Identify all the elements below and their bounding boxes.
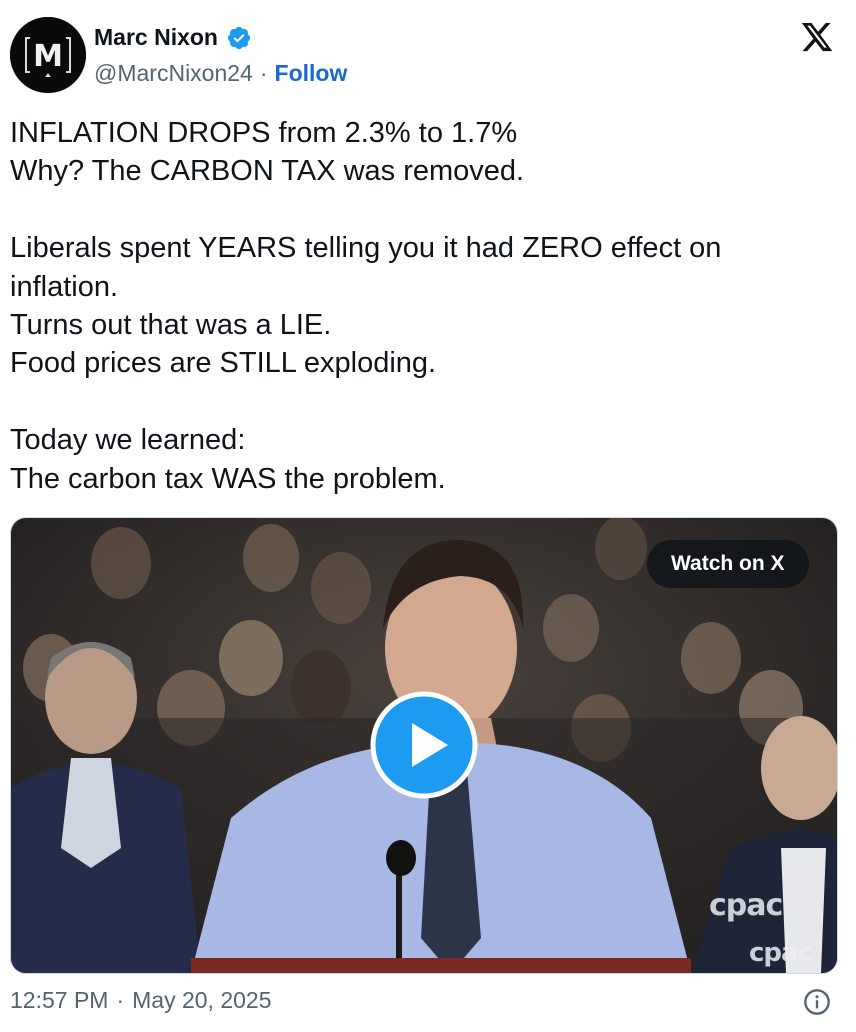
avatar[interactable]: M	[10, 17, 86, 93]
avatar-logo-icon: M	[10, 17, 86, 93]
tweet-line: Today we learned:	[10, 424, 246, 457]
separator-dot: ·	[116, 987, 125, 1013]
author-name-row: Marc Nixon	[94, 24, 252, 51]
tweet-line: INFLATION DROPS from 2.3% to 1.7%	[10, 117, 518, 149]
tweet-line: Turns out that was a LIE.	[10, 309, 332, 342]
tweet-text: INFLATION DROPS from 2.3% to 1.7% Why? T…	[10, 114, 840, 498]
play-icon[interactable]	[370, 691, 478, 799]
author-handle[interactable]: @MarcNixon24	[94, 60, 253, 87]
info-icon[interactable]	[803, 988, 831, 1016]
verified-badge-icon	[227, 26, 251, 49]
separator-dot: ·	[259, 60, 268, 86]
cpac-watermark: cpac	[749, 938, 813, 968]
tweet-line: The carbon tax WAS the problem.	[10, 462, 446, 495]
tweet-line: inflation.	[10, 270, 119, 303]
watch-on-x-button[interactable]: Watch on X	[647, 540, 809, 588]
tweet-timestamp[interactable]: 12:57 PM · May 20, 2025	[10, 987, 272, 1014]
cpac-watermark: cpac	[709, 888, 783, 923]
follow-button[interactable]: Follow	[275, 60, 348, 87]
author-name[interactable]: Marc Nixon	[94, 24, 218, 51]
video-player[interactable]: Watch on X cpac cpac	[10, 517, 838, 974]
avatar-letter: M	[33, 39, 63, 74]
tweet-time: 12:57 PM	[10, 987, 109, 1013]
tweet-line: Liberals spent YEARS telling you it had …	[10, 232, 722, 265]
tweet-line: Why? The CARBON TAX was removed.	[10, 155, 525, 188]
x-logo-icon[interactable]	[800, 23, 834, 54]
author-handle-row: @MarcNixon24 · Follow	[94, 60, 347, 87]
tweet-date: May 20, 2025	[132, 987, 272, 1013]
tweet-line: Food prices are STILL exploding.	[10, 347, 437, 380]
